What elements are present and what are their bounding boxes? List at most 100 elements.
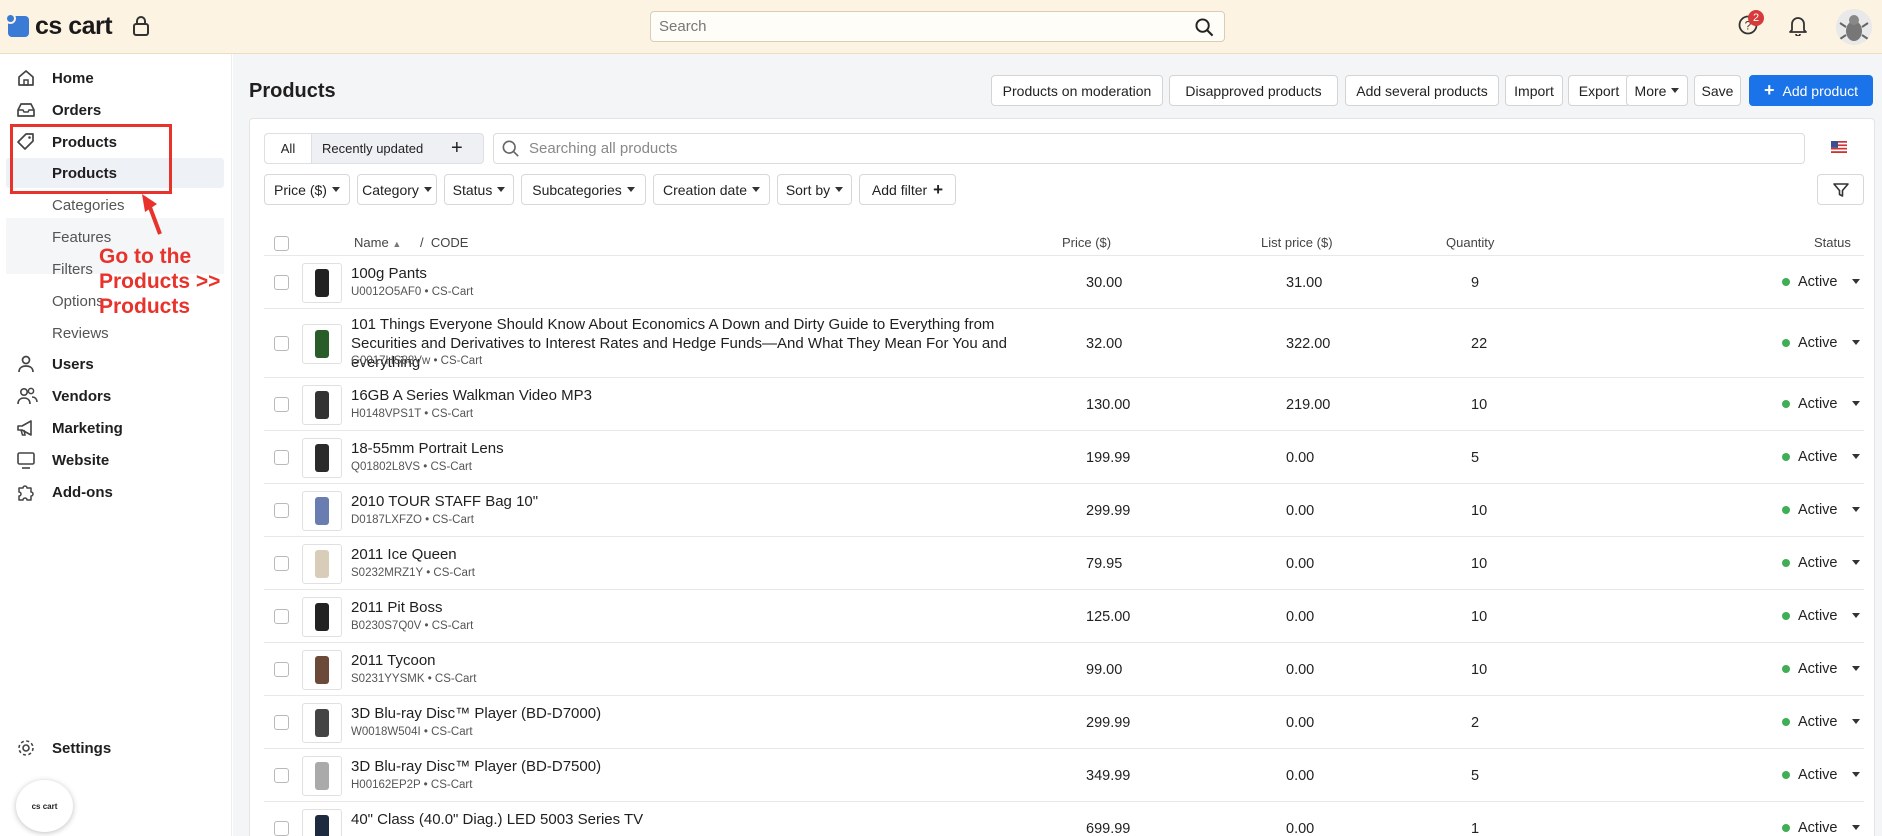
product-list-price[interactable]: 31.00: [1286, 275, 1322, 291]
table-row[interactable]: 18-55mm Portrait Lens Q01802L8VS • CS-Car…: [264, 430, 1864, 483]
products-search[interactable]: [493, 133, 1805, 164]
product-quantity[interactable]: 22: [1471, 336, 1487, 352]
product-name[interactable]: 2011 Tycoon: [351, 651, 1051, 670]
table-row[interactable]: 2011 Pit Boss B0230S7Q0V • CS-Cart 125.00 0…: [264, 589, 1864, 642]
export-button[interactable]: Export: [1568, 75, 1630, 106]
status-dropdown[interactable]: Active: [1782, 396, 1860, 412]
global-search[interactable]: [650, 11, 1225, 42]
product-list-price[interactable]: 0.00: [1286, 821, 1314, 836]
row-checkbox[interactable]: [274, 714, 289, 730]
sidebar-item-vendors[interactable]: Vendors: [0, 382, 232, 410]
product-name[interactable]: 40" Class (40.0" Diag.) LED 5003 Series …: [351, 810, 1051, 829]
status-dropdown[interactable]: Active: [1782, 335, 1860, 351]
table-row[interactable]: 100g Pants U0012O5AF0 • CS-Cart 30.00 31.00…: [264, 255, 1864, 308]
product-quantity[interactable]: 10: [1471, 503, 1487, 519]
product-thumbnail[interactable]: [302, 596, 342, 637]
product-quantity[interactable]: 5: [1471, 450, 1479, 466]
lock-icon[interactable]: [132, 16, 150, 36]
product-quantity[interactable]: 10: [1471, 556, 1487, 572]
sidebar-item-orders[interactable]: Orders: [0, 96, 232, 124]
product-list-price[interactable]: 322.00: [1286, 336, 1330, 352]
search-icon[interactable]: [1195, 18, 1214, 37]
sidebar-subitem-reviews[interactable]: Reviews: [0, 318, 232, 348]
product-price[interactable]: 32.00: [1086, 336, 1122, 352]
status-dropdown[interactable]: Active: [1782, 714, 1860, 730]
column-header-list-price[interactable]: List price ($): [1261, 235, 1333, 250]
row-checkbox[interactable]: [274, 449, 289, 465]
row-checkbox[interactable]: [274, 396, 289, 412]
row-checkbox[interactable]: [274, 767, 289, 783]
product-thumbnail[interactable]: [302, 808, 342, 836]
product-price[interactable]: 299.99: [1086, 715, 1130, 731]
us-flag-icon[interactable]: [1831, 141, 1847, 153]
sidebar-item-settings[interactable]: Settings: [0, 734, 232, 762]
add-filter-button[interactable]: Add filter +: [859, 174, 956, 205]
status-dropdown[interactable]: Active: [1782, 608, 1860, 624]
product-thumbnail[interactable]: [302, 384, 342, 425]
product-name[interactable]: 2011 Pit Boss: [351, 598, 1051, 617]
product-price[interactable]: 299.99: [1086, 503, 1130, 519]
column-header-code[interactable]: / CODE: [420, 235, 468, 250]
bell-icon[interactable]: [1788, 15, 1808, 36]
product-price[interactable]: 349.99: [1086, 768, 1130, 784]
filter-sort-by[interactable]: Sort by: [777, 174, 852, 205]
filter-panel-button[interactable]: [1817, 174, 1864, 205]
column-header-name[interactable]: Name ▲: [354, 235, 401, 250]
tab-all[interactable]: All: [265, 134, 312, 163]
product-name[interactable]: 16GB A Series Walkman Video MP3: [351, 386, 1051, 405]
row-checkbox[interactable]: [274, 274, 289, 290]
column-header-quantity[interactable]: Quantity: [1446, 235, 1494, 250]
global-search-input[interactable]: [651, 12, 1224, 41]
table-row[interactable]: 2010 TOUR STAFF Bag 10" D0187LXFZO • CS-C…: [264, 483, 1864, 536]
product-price[interactable]: 130.00: [1086, 397, 1130, 413]
status-dropdown[interactable]: Active: [1782, 555, 1860, 571]
product-list-price[interactable]: 0.00: [1286, 609, 1314, 625]
logo[interactable]: cs cart: [5, 12, 113, 41]
status-dropdown[interactable]: Active: [1782, 767, 1860, 783]
product-list-price[interactable]: 0.00: [1286, 450, 1314, 466]
more-dropdown[interactable]: More: [1626, 75, 1688, 106]
row-checkbox[interactable]: [274, 608, 289, 624]
add-tab-button[interactable]: +: [451, 138, 463, 158]
product-price[interactable]: 99.00: [1086, 662, 1122, 678]
column-header-price[interactable]: Price ($): [1062, 235, 1111, 250]
product-list-price[interactable]: 0.00: [1286, 503, 1314, 519]
product-list-price[interactable]: 219.00: [1286, 397, 1330, 413]
product-list-price[interactable]: 0.00: [1286, 715, 1314, 731]
table-row[interactable]: 16GB A Series Walkman Video MP3 H0148VPS1…: [264, 377, 1864, 430]
products-search-input[interactable]: [494, 134, 1804, 163]
product-quantity[interactable]: 9: [1471, 275, 1479, 291]
product-quantity[interactable]: 10: [1471, 662, 1487, 678]
row-checkbox[interactable]: [274, 555, 289, 571]
product-thumbnail[interactable]: [302, 490, 342, 531]
sidebar-item-users[interactable]: Users: [0, 350, 232, 378]
select-all-checkbox[interactable]: [274, 236, 289, 251]
product-thumbnail[interactable]: [302, 437, 342, 478]
product-quantity[interactable]: 10: [1471, 609, 1487, 625]
sidebar-item-website[interactable]: Website: [0, 446, 232, 474]
product-name[interactable]: 3D Blu-ray Disc™ Player (BD-D7000): [351, 704, 1051, 723]
filter-subcategories[interactable]: Subcategories: [521, 174, 646, 205]
row-checkbox[interactable]: [274, 820, 289, 836]
filter-status[interactable]: Status: [444, 174, 514, 205]
avatar[interactable]: [1836, 9, 1872, 45]
sidebar-subitem-categories[interactable]: Categories: [0, 190, 232, 220]
product-thumbnail[interactable]: [302, 755, 342, 796]
table-row[interactable]: 40" Class (40.0" Diag.) LED 5003 Series …: [264, 801, 1864, 836]
add-several-products-button[interactable]: Add several products: [1345, 75, 1499, 106]
sidebar-item-home[interactable]: Home: [0, 64, 232, 92]
row-checkbox[interactable]: [274, 661, 289, 677]
status-dropdown[interactable]: Active: [1782, 449, 1860, 465]
status-dropdown[interactable]: Active: [1782, 820, 1860, 836]
product-price[interactable]: 699.99: [1086, 821, 1130, 836]
product-thumbnail[interactable]: [302, 702, 342, 743]
table-row[interactable]: 101 Things Everyone Should Know About Ec…: [264, 308, 1864, 377]
status-dropdown[interactable]: Active: [1782, 274, 1860, 290]
cs-cart-badge[interactable]: cs cart: [16, 780, 73, 832]
products-on-moderation-button[interactable]: Products on moderation: [991, 75, 1163, 106]
product-name[interactable]: 100g Pants: [351, 264, 1051, 283]
product-quantity[interactable]: 10: [1471, 397, 1487, 413]
product-name[interactable]: 18-55mm Portrait Lens: [351, 439, 1051, 458]
sidebar-item-marketing[interactable]: Marketing: [0, 414, 232, 442]
product-quantity[interactable]: 5: [1471, 768, 1479, 784]
